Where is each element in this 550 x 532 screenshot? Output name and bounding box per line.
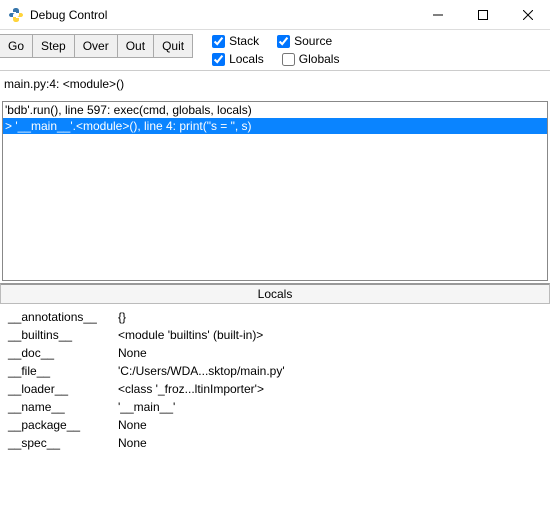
locals-key: __name__ — [4, 398, 114, 416]
window-title: Debug Control — [30, 8, 415, 22]
close-button[interactable] — [505, 0, 550, 30]
locals-key: __spec__ — [4, 434, 114, 452]
stack-checkbox-label: Stack — [229, 34, 259, 48]
locals-row: __doc__None — [4, 344, 546, 362]
source-checkbox-input[interactable] — [277, 35, 290, 48]
locals-key: __loader__ — [4, 380, 114, 398]
locals-table: __annotations__{}__builtins__<module 'bu… — [4, 308, 546, 452]
step-button[interactable]: Step — [32, 34, 75, 58]
locals-checkbox[interactable]: Locals — [212, 52, 264, 66]
locals-row: __file__'C:/Users/WDA...sktop/main.py' — [4, 362, 546, 380]
python-icon — [8, 7, 24, 23]
toolbar: Go Step Over Out Quit Stack Source Local… — [0, 30, 550, 71]
locals-key: __annotations__ — [4, 308, 114, 326]
locals-row: __spec__None — [4, 434, 546, 452]
maximize-button[interactable] — [460, 0, 505, 30]
locals-row: __package__None — [4, 416, 546, 434]
stack-frame[interactable]: 'bdb'.run(), line 597: exec(cmd, globals… — [3, 102, 547, 118]
stack-listbox[interactable]: 'bdb'.run(), line 597: exec(cmd, globals… — [2, 101, 548, 281]
locals-row: __builtins__<module 'builtins' (built-in… — [4, 326, 546, 344]
view-checkboxes: Stack Source Locals Globals — [212, 34, 339, 66]
locals-key: __doc__ — [4, 344, 114, 362]
source-checkbox-label: Source — [294, 34, 332, 48]
globals-checkbox-label: Globals — [299, 52, 340, 66]
locals-value: '__main__' — [114, 398, 546, 416]
locals-checkbox-label: Locals — [229, 52, 264, 66]
locals-value: <module 'builtins' (built-in)> — [114, 326, 546, 344]
over-button[interactable]: Over — [74, 34, 118, 58]
locals-section-header: Locals — [0, 283, 550, 304]
quit-button[interactable]: Quit — [153, 34, 193, 58]
window-controls — [415, 0, 550, 30]
globals-checkbox[interactable]: Globals — [282, 52, 340, 66]
locals-key: __file__ — [4, 362, 114, 380]
locals-value: None — [114, 344, 546, 362]
out-button[interactable]: Out — [117, 34, 154, 58]
locals-value: 'C:/Users/WDA...sktop/main.py' — [114, 362, 546, 380]
locals-row: __loader__<class '_froz...ltinImporter'> — [4, 380, 546, 398]
locals-row: __annotations__{} — [4, 308, 546, 326]
globals-checkbox-input[interactable] — [282, 53, 295, 66]
locals-value: {} — [114, 308, 546, 326]
minimize-button[interactable] — [415, 0, 460, 30]
titlebar: Debug Control — [0, 0, 550, 30]
stack-checkbox[interactable]: Stack — [212, 34, 259, 48]
locals-checkbox-input[interactable] — [212, 53, 225, 66]
current-location: main.py:4: <module>() — [0, 71, 550, 97]
locals-row: __name__'__main__' — [4, 398, 546, 416]
locals-value: <class '_froz...ltinImporter'> — [114, 380, 546, 398]
locals-value: None — [114, 434, 546, 452]
locals-panel: __annotations__{}__builtins__<module 'bu… — [0, 304, 550, 456]
debug-buttons: Go Step Over Out Quit — [0, 34, 192, 58]
stack-frame[interactable]: > '__main__'.<module>(), line 4: print("… — [3, 118, 547, 134]
go-button[interactable]: Go — [0, 34, 33, 58]
source-checkbox[interactable]: Source — [277, 34, 332, 48]
locals-key: __package__ — [4, 416, 114, 434]
locals-key: __builtins__ — [4, 326, 114, 344]
stack-checkbox-input[interactable] — [212, 35, 225, 48]
locals-value: None — [114, 416, 546, 434]
